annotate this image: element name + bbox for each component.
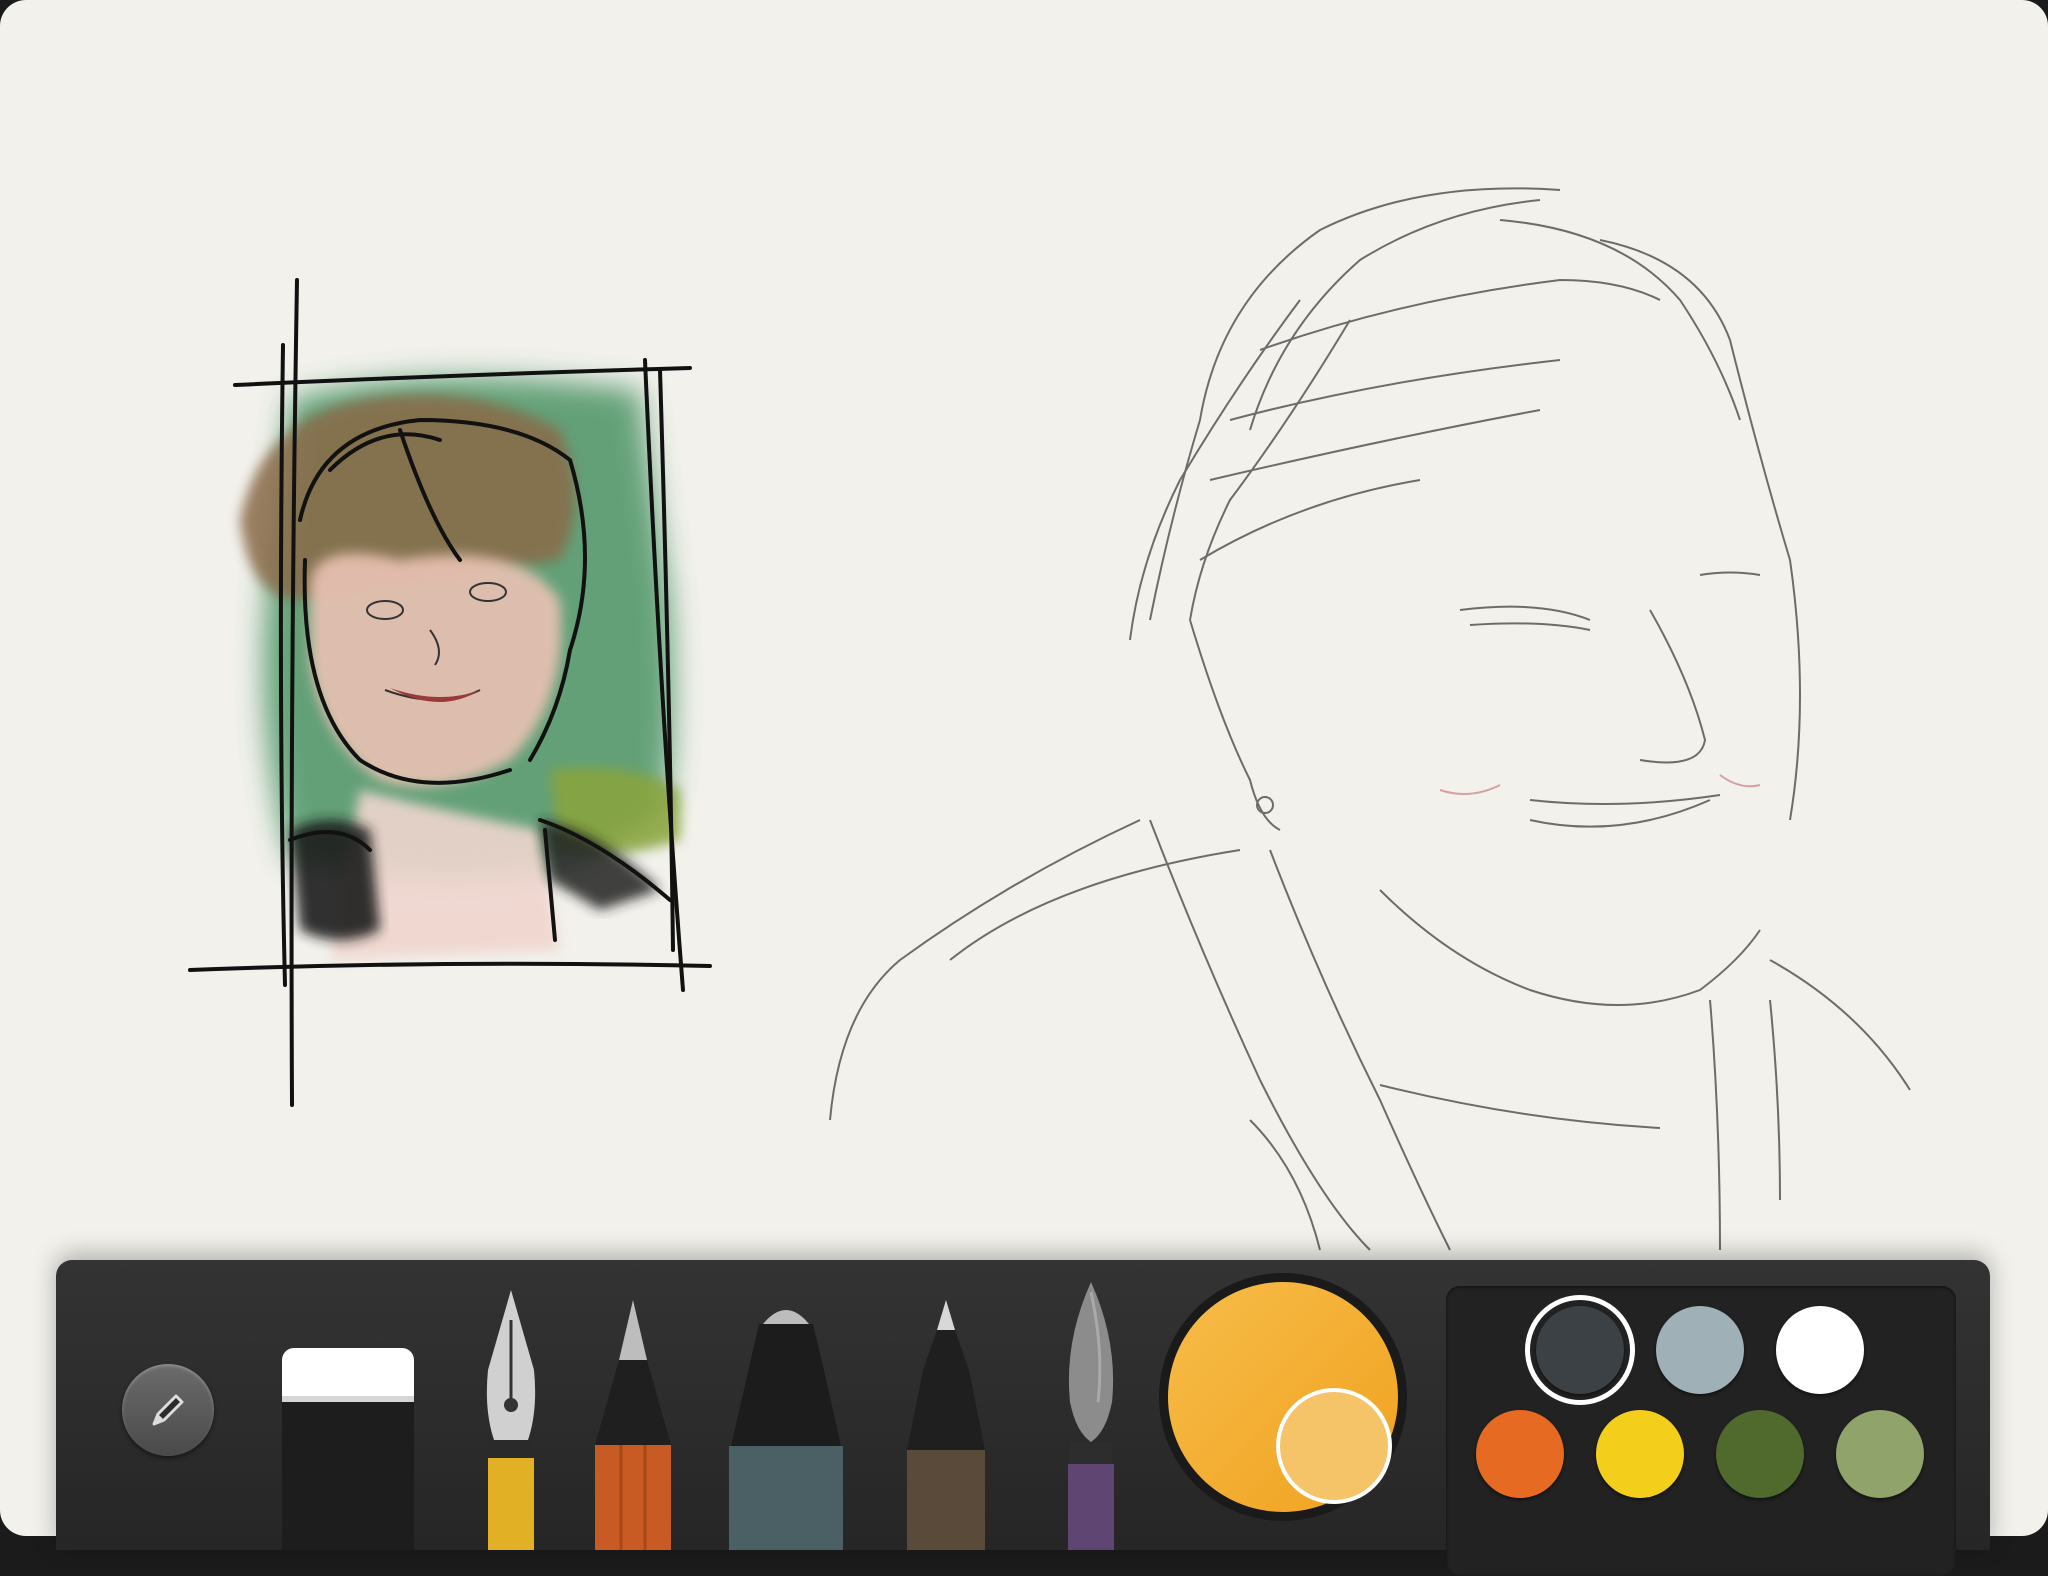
- cheek-blush: [1719, 774, 1761, 788]
- swatch-blue-gray[interactable]: [1656, 1306, 1744, 1394]
- brush-icon: [1068, 1282, 1114, 1550]
- pencil-icon: [595, 1300, 671, 1550]
- eraser-icon: [282, 1348, 414, 1550]
- color-picker-handle[interactable]: [1276, 1388, 1392, 1504]
- swatch-dark-gray[interactable]: [1525, 1295, 1635, 1405]
- toggle-tray-button[interactable]: [122, 1364, 214, 1456]
- fine-pen-icon: [907, 1300, 985, 1550]
- eraser-tool[interactable]: [278, 1348, 418, 1550]
- pencil-sketch: [829, 187, 1911, 1251]
- cheek-blush: [1439, 784, 1501, 795]
- color-palette: [1446, 1286, 1956, 1576]
- pencil-icon: [152, 1394, 184, 1426]
- swatch-white[interactable]: [1776, 1306, 1864, 1394]
- swatch-dark-green[interactable]: [1716, 1410, 1804, 1498]
- marker-tool[interactable]: [723, 1296, 849, 1550]
- swatch-orange[interactable]: [1476, 1410, 1564, 1498]
- tool-tray: [56, 1260, 1990, 1576]
- fine-pen-tool[interactable]: [901, 1300, 991, 1550]
- marker-icon: [729, 1310, 843, 1550]
- pencil-tool[interactable]: [591, 1300, 675, 1550]
- swatch-yellow[interactable]: [1596, 1410, 1684, 1498]
- color-mixer-button[interactable]: [1156, 1270, 1410, 1524]
- watercolor-portrait: [240, 377, 680, 960]
- fountain-pen-icon: [486, 1290, 536, 1550]
- fountain-pen-tool[interactable]: [466, 1290, 556, 1550]
- brush-tool[interactable]: [1046, 1282, 1136, 1550]
- swatch-sage-green[interactable]: [1836, 1410, 1924, 1498]
